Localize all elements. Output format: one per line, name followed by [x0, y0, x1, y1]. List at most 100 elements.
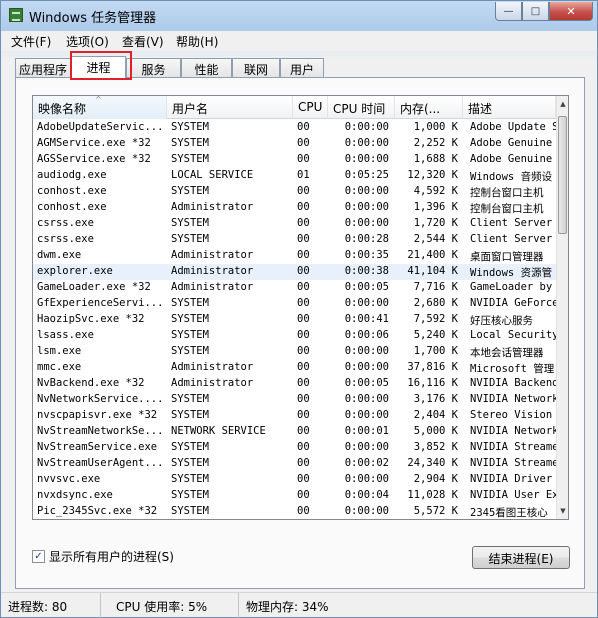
table-row[interactable]: nvvsvc.exe SYSTEM 00 0:00:00 2,904 K NVIDIA D… [33, 472, 556, 488]
cell-cpu-time: 0:00:00 [344, 137, 389, 149]
menu-bar: 文件(F) 选项(O) 查看(V) 帮助(H) [1, 31, 597, 51]
cell-cpu-time: 0:00:35 [344, 249, 389, 261]
table-row[interactable]: lsm.exe SYSTEM 00 0:00:00 1,700 K 本地会话管理器 [33, 344, 556, 360]
table-row[interactable]: csrss.exe SYSTEM 00 0:00:28 2,544 K Client Se… [33, 232, 556, 248]
cell-cpu: 00 [297, 297, 310, 309]
sort-ascending-icon: ^ [95, 96, 102, 104]
column-header-image-name[interactable]: ^ 映像名称 [33, 96, 167, 119]
cell-description: 控制台窗口主机 [470, 187, 544, 199]
cell-description: Client Server [470, 233, 553, 245]
table-row[interactable]: csrss.exe SYSTEM 00 0:00:00 1,720 K Client Se… [33, 216, 556, 232]
cell-description: GameLoader by [470, 281, 553, 293]
task-manager-window: Windows 任务管理器 — □ ✕ 文件(F) 选项(O) 查看(V) 帮助… [0, 0, 598, 618]
maximize-button[interactable]: □ [522, 2, 549, 21]
minimize-button[interactable]: — [495, 2, 522, 21]
column-header-cpu[interactable]: CPU [293, 96, 328, 119]
show-all-users-label[interactable]: 显示所有用户的进程(S) [49, 548, 174, 565]
table-row[interactable]: mmc.exe Administrator 00 0:00:00 37,816 K Mic… [33, 360, 556, 376]
cell-image-name: audiodg.exe [37, 169, 107, 181]
column-header-cpu-time[interactable]: CPU 时间 [328, 96, 395, 119]
cell-description: Stereo Vision [470, 409, 553, 421]
status-bar: 进程数: 80 CPU 使用率: 5% 物理内存: 34% [1, 592, 597, 618]
cell-memory: 11,028 K [407, 489, 458, 501]
tab-networking[interactable]: 联网 [232, 58, 280, 78]
table-row[interactable]: lsass.exe SYSTEM 00 0:00:06 5,240 K Local Sec… [33, 328, 556, 344]
cell-user-name: SYSTEM [171, 297, 209, 309]
cell-image-name: lsm.exe [37, 345, 82, 357]
table-row[interactable]: NvNetworkService.... SYSTEM 00 0:00:00 3,176… [33, 392, 556, 408]
cell-cpu-time: 0:00:00 [344, 361, 389, 373]
cell-user-name: Administrator [171, 201, 254, 213]
show-all-users-option[interactable]: ✓ 显示所有用户的进程(S) [32, 548, 174, 564]
cell-memory: 2,252 K [413, 137, 458, 149]
process-list[interactable]: ^ 映像名称 用户名 CPU CPU 时间 内存(... 描述 AdobeUpd… [32, 95, 569, 520]
cell-description: NVIDIA User Ex [470, 489, 556, 501]
cell-user-name: SYSTEM [171, 217, 209, 229]
cell-user-name: NETWORK SERVICE [171, 425, 266, 437]
scroll-down-icon[interactable]: ▼ [557, 503, 568, 519]
menu-options[interactable]: 选项(O) [66, 33, 109, 50]
cell-image-name: explorer.exe [37, 265, 113, 277]
tab-services[interactable]: 服务 [126, 58, 181, 78]
table-row[interactable]: nvscpapisvr.exe *32 SYSTEM 00 0:00:00 2,404 … [33, 408, 556, 424]
menu-view[interactable]: 查看(V) [122, 33, 164, 50]
close-button[interactable]: ✕ [549, 2, 593, 21]
cell-user-name: SYSTEM [171, 137, 209, 149]
cell-description: 2345看图王核心 [470, 507, 548, 519]
cell-cpu-time: 0:00:04 [344, 489, 389, 501]
cell-cpu: 00 [297, 313, 310, 325]
column-header-user-name[interactable]: 用户名 [167, 96, 293, 119]
title-bar[interactable]: Windows 任务管理器 — □ ✕ [1, 1, 597, 29]
table-row[interactable]: explorer.exe Administrator 00 0:00:38 41,104… [33, 264, 556, 280]
table-row[interactable]: GameLoader.exe *32 Administrator 00 0:00:05… [33, 280, 556, 296]
table-row[interactable]: AdobeUpdateServic... SYSTEM 00 0:00:00 1,000… [33, 120, 556, 136]
cell-user-name: SYSTEM [171, 329, 209, 341]
menu-help[interactable]: 帮助(H) [176, 33, 218, 50]
show-all-users-checkbox[interactable]: ✓ [32, 549, 45, 563]
table-row[interactable]: HaozipSvc.exe *32 SYSTEM 00 0:00:41 7,592 K 好… [33, 312, 556, 328]
menu-file[interactable]: 文件(F) [11, 33, 51, 50]
column-header-memory[interactable]: 内存(... [395, 96, 463, 119]
tab-performance[interactable]: 性能 [181, 58, 232, 78]
cell-image-name: NvStreamNetworkSe... [37, 425, 164, 437]
cell-cpu-time: 0:00:00 [344, 441, 389, 453]
cell-description: NVIDIA Streame [470, 441, 556, 453]
table-row[interactable]: GfExperienceServi... SYSTEM 00 0:00:00 2,680… [33, 296, 556, 312]
table-row[interactable]: NvStreamNetworkSe... NETWORK SERVICE 00 0:0… [33, 424, 556, 440]
table-row[interactable]: nvxdsync.exe SYSTEM 00 0:00:04 11,028 K NVIDI… [33, 488, 556, 504]
cell-cpu-time: 0:00:05 [344, 281, 389, 293]
cell-cpu-time: 0:00:01 [344, 425, 389, 437]
table-row[interactable]: NvStreamService.exe SYSTEM 00 0:00:00 3,852 … [33, 440, 556, 456]
status-cpu-usage: CPU 使用率: 5% [109, 593, 239, 618]
scroll-up-icon[interactable]: ▲ [557, 96, 568, 112]
scroll-thumb[interactable] [558, 116, 567, 234]
table-row[interactable]: dwm.exe Administrator 00 0:00:35 21,400 K 桌面窗… [33, 248, 556, 264]
table-row[interactable]: audiodg.exe LOCAL SERVICE 01 0:05:25 12,320 … [33, 168, 556, 184]
cell-description: NVIDIA Driver [470, 473, 553, 485]
vertical-scrollbar[interactable]: ▲ ▼ [556, 96, 568, 519]
cell-image-name: GfExperienceServi... [37, 297, 164, 309]
cell-memory: 1,720 K [413, 217, 458, 229]
cell-description: 桌面窗口管理器 [470, 251, 544, 263]
table-row[interactable]: Pic_2345Svc.exe *32 SYSTEM 00 0:00:00 5,572 … [33, 504, 556, 519]
tab-users[interactable]: 用户 [280, 58, 324, 78]
column-header-row: ^ 映像名称 用户名 CPU CPU 时间 内存(... 描述 [33, 96, 568, 119]
table-row[interactable]: AGMService.exe *32 SYSTEM 00 0:00:00 2,252 K… [33, 136, 556, 152]
cell-description: NVIDIA Streame [470, 457, 556, 469]
end-process-button[interactable]: 结束进程(E) [472, 546, 570, 569]
table-row[interactable]: NvStreamUserAgent.... SYSTEM 00 0:00:02 24,3… [33, 456, 556, 472]
cell-cpu-time: 0:05:25 [344, 169, 389, 181]
cell-cpu: 00 [297, 217, 310, 229]
column-header-description[interactable]: 描述 [463, 96, 556, 119]
table-row[interactable]: conhost.exe SYSTEM 00 0:00:00 4,592 K 控制台窗口主机 [33, 184, 556, 200]
tab-applications[interactable]: 应用程序 [15, 58, 71, 78]
cell-memory: 3,852 K [413, 441, 458, 453]
table-row[interactable]: AGSService.exe *32 SYSTEM 00 0:00:00 1,688 K… [33, 152, 556, 168]
cell-image-name: conhost.exe [37, 185, 107, 197]
cell-image-name: dwm.exe [37, 249, 82, 261]
table-row[interactable]: NvBackend.exe *32 Administrator 00 0:00:05 1… [33, 376, 556, 392]
cell-cpu-time: 0:00:06 [344, 329, 389, 341]
cell-cpu: 00 [297, 137, 310, 149]
cell-cpu: 00 [297, 185, 310, 197]
table-row[interactable]: conhost.exe Administrator 00 0:00:00 1,396 K… [33, 200, 556, 216]
